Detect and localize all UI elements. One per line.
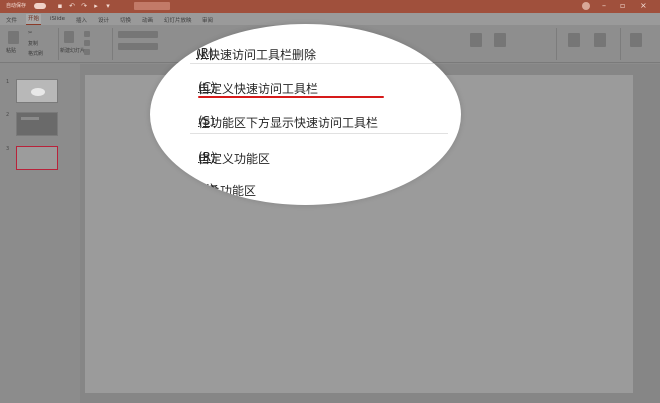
slide-thumbnail-2[interactable] (16, 112, 58, 136)
slide-number: 3 (6, 146, 10, 152)
menu-item-label: 从快速访问工具栏删除 (196, 48, 317, 62)
paste-button[interactable]: 粘贴 (6, 47, 16, 54)
paste-icon[interactable] (8, 31, 19, 44)
new-slide-button[interactable]: 新建幻灯片 (60, 47, 85, 54)
autosave-toggle[interactable] (34, 3, 46, 9)
format-painter-button[interactable]: 格式刷 (28, 50, 43, 57)
cut-button[interactable]: ✂ (28, 30, 32, 36)
autosave-label: 自动保存 (6, 3, 27, 9)
menu-separator (190, 63, 448, 64)
magnified-context-menu: 从快速访问工具栏删除 (R) 自定义快速访问工具栏 (C)... 在功能区下方显示快… (150, 24, 461, 205)
undo-icon[interactable]: ↶ (68, 2, 76, 10)
search-box[interactable] (134, 2, 170, 10)
slide-number: 1 (6, 79, 10, 85)
present-icon[interactable]: ▸ (92, 2, 100, 10)
menu-item-collapse-ribbon[interactable]: 折叠功能区 (N) (150, 170, 461, 198)
slide-thumbnail-3-selected[interactable] (16, 146, 58, 170)
tab-review[interactable]: 审阅 (202, 16, 213, 24)
tab-transitions[interactable]: 切换 (120, 16, 131, 24)
tab-islide[interactable]: iSlide (50, 16, 65, 22)
minimize-icon[interactable]: – (602, 1, 606, 10)
menu-item-accelerator: (N) (196, 182, 215, 196)
close-icon[interactable]: × (640, 1, 647, 10)
menu-item-ellipsis: ... (198, 80, 210, 94)
ribbon-separator (58, 28, 59, 60)
tab-insert[interactable]: 插入 (76, 16, 87, 24)
menu-item-customize-qat[interactable]: 自定义快速访问工具栏 (C)... (150, 68, 461, 96)
redo-icon[interactable]: ↷ (80, 2, 88, 10)
select-icon[interactable] (594, 33, 606, 47)
section-icon[interactable] (84, 49, 90, 55)
thumbnail-title-bar (21, 117, 39, 120)
restore-icon[interactable]: ▫ (620, 1, 625, 10)
tab-slideshow[interactable]: 幻灯片放映 (164, 16, 192, 24)
tab-file[interactable]: 文件 (6, 16, 17, 24)
powerpoint-window: 自动保存 ▪ ↶ ↷ ▸ ▾ – ▫ × 文件 开始 iSlide 插入 设计 … (0, 0, 660, 403)
slide-thumbnail-panel: 1 2 3 (0, 64, 80, 403)
ribbon-tabs: 文件 开始 iSlide 插入 设计 切换 动画 幻灯片放映 审阅 (0, 13, 660, 25)
ribbon-separator (620, 28, 621, 60)
copy-button[interactable]: 复制 (28, 40, 38, 47)
menu-item-label: 在功能区下方显示快速访问工具栏 (198, 116, 379, 130)
title-bar: 自动保存 ▪ ↶ ↷ ▸ ▾ – ▫ × (0, 0, 660, 13)
slide-thumbnail-1[interactable] (16, 79, 58, 103)
menu-item-customize-ribbon[interactable]: 自定义功能区 (R)... (150, 138, 461, 166)
ribbon-separator (556, 28, 557, 60)
ribbon-separator (112, 28, 113, 60)
menu-item-accelerator: (S) (198, 114, 215, 128)
tab-animations[interactable]: 动画 (142, 16, 153, 24)
tab-design[interactable]: 设计 (98, 16, 109, 24)
designer-icon[interactable] (630, 33, 642, 47)
menu-item-label: 自定义快速访问工具栏 (198, 82, 319, 96)
layout-icon[interactable] (84, 31, 90, 37)
highlight-underline (198, 96, 384, 98)
tab-home[interactable]: 开始 (26, 14, 42, 25)
menu-separator (190, 133, 448, 134)
menu-item-remove-from-qat[interactable]: 从快速访问工具栏删除 (R) (150, 34, 461, 62)
menu-item-ellipsis: ... (198, 150, 210, 164)
new-slide-icon[interactable] (64, 31, 74, 43)
slide-number: 2 (6, 112, 10, 118)
thumbnail-oval-shape (31, 88, 45, 96)
replace-icon[interactable] (568, 33, 580, 47)
menu-item-accelerator: (R) (196, 46, 214, 60)
arrange-icon[interactable] (470, 33, 482, 47)
menu-item-show-qat-below-ribbon[interactable]: 在功能区下方显示快速访问工具栏 (S) (150, 102, 461, 130)
avatar[interactable] (582, 2, 590, 10)
quick-styles-icon[interactable] (494, 33, 506, 47)
more-commands-icon[interactable]: ▾ (104, 2, 112, 10)
reset-icon[interactable] (84, 40, 90, 46)
save-icon[interactable]: ▪ (56, 2, 64, 10)
